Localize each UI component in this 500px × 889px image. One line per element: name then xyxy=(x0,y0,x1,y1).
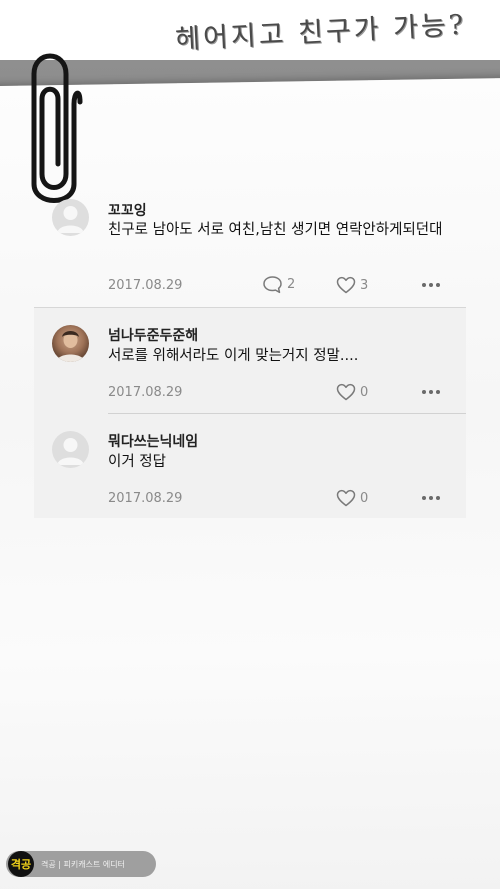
footer-logo: 격공 xyxy=(8,851,34,877)
comment-username[interactable]: 꼬꼬잉 xyxy=(108,200,147,220)
footer-badge[interactable]: 격공 격공 | 피키캐스트 에디터 xyxy=(6,851,156,877)
like-button[interactable]: 0 xyxy=(336,489,368,507)
more-dots-icon[interactable] xyxy=(422,496,440,500)
reply-item: 뭐다쓰는닉네임 이거 정답 2017.08.29 0 xyxy=(34,414,466,518)
heart-icon xyxy=(336,383,356,401)
comment-username[interactable]: 뭐다쓰는닉네임 xyxy=(108,431,198,451)
comment-text: 이거 정답 xyxy=(108,454,166,470)
reply-button[interactable]: 2 xyxy=(262,275,295,294)
heart-icon xyxy=(336,489,356,507)
heart-icon xyxy=(336,276,356,294)
comment-list: 꼬꼬잉 친구로 남아도 서로 여친,남친 생기면 연락안하게되던대 2017.0… xyxy=(34,182,466,518)
like-count: 3 xyxy=(360,277,369,293)
like-count: 0 xyxy=(360,490,369,506)
comment-date: 2017.08.29 xyxy=(108,385,183,400)
reply-item: 넘나두준두준해 서로를 위해서라도 이게 맞는거지 정말.... 2017.08… xyxy=(34,308,466,413)
like-button[interactable]: 3 xyxy=(336,276,368,294)
paperclip-icon xyxy=(31,53,83,203)
comment-date: 2017.08.29 xyxy=(108,278,183,293)
speech-bubble-icon xyxy=(263,276,282,294)
comment-text: 친구로 남아도 서로 여친,남친 생기면 연락안하게되던대 xyxy=(108,222,443,238)
comment-username[interactable]: 넘나두준두준해 xyxy=(108,325,198,345)
user-avatar[interactable] xyxy=(52,325,89,362)
like-button[interactable]: 0 xyxy=(336,383,368,401)
footer-text: 격공 | 피키캐스트 에디터 xyxy=(41,859,125,869)
comment-date: 2017.08.29 xyxy=(108,491,183,506)
default-avatar-icon[interactable] xyxy=(52,199,89,236)
like-count: 0 xyxy=(360,384,369,400)
more-dots-icon[interactable] xyxy=(422,283,440,287)
default-avatar-icon[interactable] xyxy=(52,431,89,468)
reply-count: 2 xyxy=(287,277,296,292)
more-dots-icon[interactable] xyxy=(422,390,440,394)
comment-item: 꼬꼬잉 친구로 남아도 서로 여친,남친 생기면 연락안하게되던대 2017.0… xyxy=(34,182,466,307)
comment-text: 서로를 위해서라도 이게 맞는거지 정말.... xyxy=(108,348,359,364)
